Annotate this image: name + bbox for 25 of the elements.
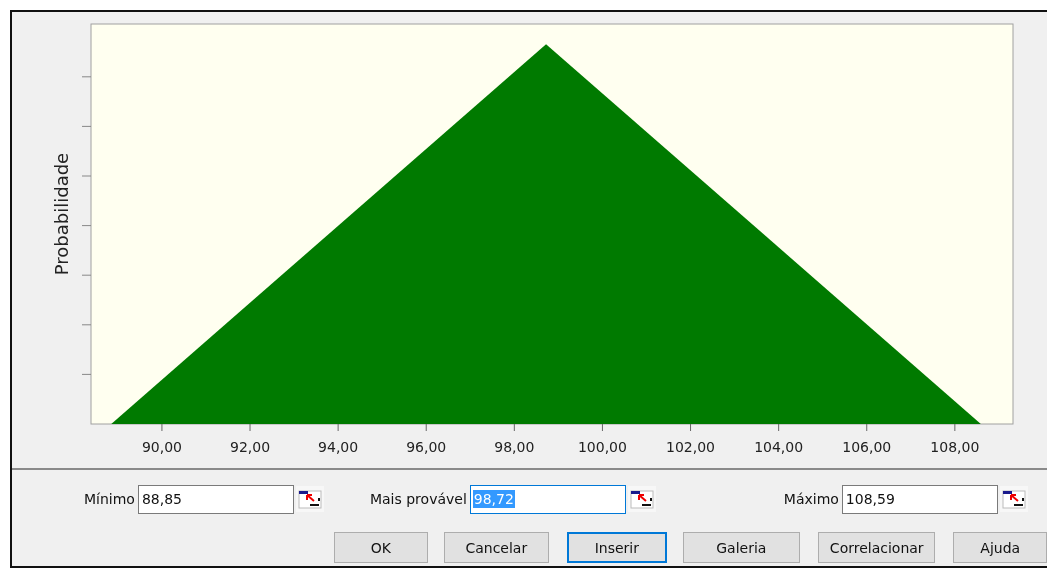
cell-picker-icon[interactable] bbox=[627, 486, 656, 512]
x-tick-label: 92,00 bbox=[230, 439, 271, 455]
x-tick-label: 104,00 bbox=[754, 439, 804, 455]
dialog-button[interactable]: Cancelar bbox=[443, 532, 550, 563]
cell-picker-icon[interactable] bbox=[295, 486, 324, 512]
dialog-button[interactable]: OK bbox=[334, 532, 428, 563]
input-field[interactable]: 88,85 bbox=[137, 484, 294, 514]
field-label: Máximo bbox=[783, 491, 839, 507]
dialog-button[interactable]: Inserir bbox=[567, 532, 667, 563]
input-field[interactable]: 108,59 bbox=[841, 484, 998, 514]
x-tick-label: 108,00 bbox=[930, 439, 980, 455]
x-tick-label: 100,00 bbox=[577, 439, 627, 455]
x-tick-label: 106,00 bbox=[842, 439, 892, 455]
x-tick-label: 94,00 bbox=[318, 439, 359, 455]
dialog-button[interactable]: Galeria bbox=[682, 532, 800, 563]
x-tick-label: 96,00 bbox=[406, 439, 447, 455]
x-tick-label: 102,00 bbox=[666, 439, 716, 455]
field-label: Mínimo bbox=[84, 491, 135, 507]
field-label: Mais provável bbox=[369, 491, 467, 507]
cell-picker-icon[interactable] bbox=[999, 486, 1028, 512]
dialog-button[interactable]: Correlacionar bbox=[818, 532, 936, 563]
y-axis-label: Probabilidade bbox=[51, 152, 72, 276]
x-tick-label: 98,00 bbox=[494, 439, 535, 455]
x-tick-label: 90,00 bbox=[141, 439, 182, 455]
dialog-button[interactable]: Ajuda bbox=[953, 532, 1047, 563]
